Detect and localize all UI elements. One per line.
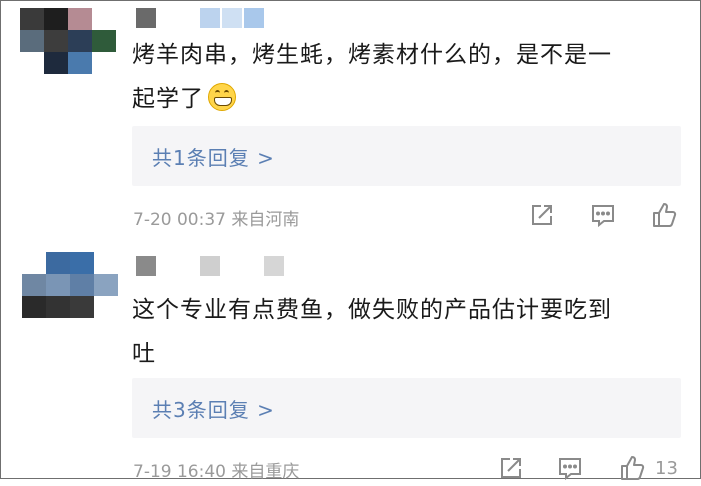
comment-text: 烤羊肉串，烤生蚝，烤素材什么的，是不是一 起学了	[132, 33, 684, 121]
comment-text-line: 烤羊肉串，烤生蚝，烤素材什么的，是不是一	[132, 42, 612, 68]
comment-meta: 7-19 16:40 来自重庆	[133, 457, 299, 482]
avatar[interactable]	[22, 252, 118, 320]
location: 来自河南	[231, 210, 300, 230]
view-replies-button[interactable]: 共1条回复 >	[132, 126, 681, 186]
comment-text-line: 起学了	[132, 86, 204, 112]
thumbs-up-icon[interactable]	[618, 454, 648, 484]
thumbs-up-icon[interactable]	[650, 201, 680, 231]
share-icon[interactable]	[497, 454, 527, 484]
timestamp: 7-20 00:37	[133, 210, 226, 230]
comment-icon[interactable]	[556, 454, 586, 484]
view-replies-label: 共3条回复 >	[152, 398, 275, 422]
comment-icon[interactable]	[589, 201, 619, 231]
comment-text: 这个专业有点费鱼，做失败的产品估计要吃到 吐	[132, 288, 684, 376]
share-icon[interactable]	[528, 201, 558, 231]
comment-text-line: 吐	[132, 341, 156, 367]
grinning-face-emoji-icon	[208, 83, 236, 111]
comment-text-line: 这个专业有点费鱼，做失败的产品估计要吃到	[132, 297, 612, 323]
avatar[interactable]	[20, 8, 116, 76]
timestamp: 7-19 16:40	[133, 462, 226, 482]
view-replies-label: 共1条回复 >	[152, 146, 275, 170]
like-count: 13	[655, 458, 678, 479]
comment-meta: 7-20 00:37 来自河南	[133, 205, 299, 230]
view-replies-button[interactable]: 共3条回复 >	[132, 378, 681, 438]
location: 来自重庆	[231, 462, 300, 482]
